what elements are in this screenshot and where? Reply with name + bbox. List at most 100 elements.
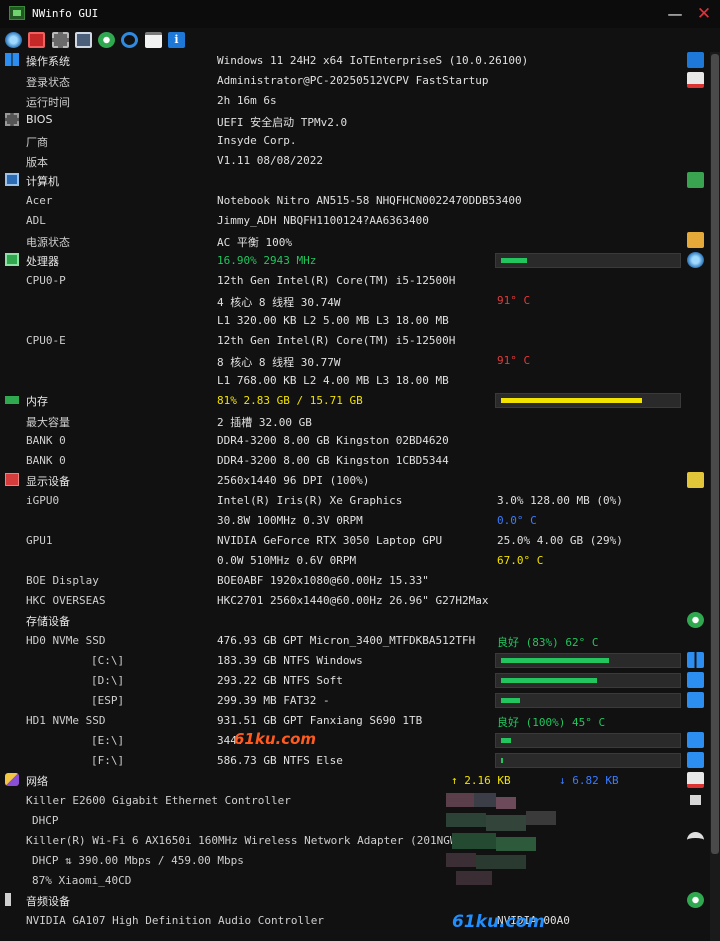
tree-row[interactable]: Acer Notebook Nitro AN515-58 NHQFHCN00224… <box>0 190 710 210</box>
cpu-icon <box>5 253 19 266</box>
tree-row[interactable]: ADL Jimmy_ADH NBQFH1100124?AA6363400 <box>0 210 710 230</box>
refresh-icon[interactable] <box>121 32 138 48</box>
row-action-icon[interactable] <box>687 612 704 628</box>
tree-row[interactable]: 电源状态 AC 平衡 100% <box>0 230 710 250</box>
tree-row[interactable]: L1 768.00 KB L2 4.00 MB L3 18.00 MB <box>0 370 710 390</box>
tree-row[interactable]: NVIDIA GA107 High Definition Audio Contr… <box>0 910 710 930</box>
tree-row[interactable]: 厂商 Insyde Corp. <box>0 130 710 150</box>
hwid-icon[interactable] <box>28 32 45 48</box>
item-status: 良好 (100%) 45° C <box>497 716 606 729</box>
close-button[interactable]: ✕ <box>693 4 715 24</box>
usage-bar-fill <box>501 658 609 663</box>
minimize-button[interactable]: — <box>664 4 686 24</box>
tree-row[interactable]: 音频设备 <box>0 890 710 910</box>
tree-row[interactable]: CPU0-E 12th Gen Intel(R) Core(TM) i5-1250… <box>0 330 710 350</box>
tree-row[interactable]: 30.8W 100MHz 0.3V 0RPM 0.0° C <box>0 510 710 530</box>
tree-row[interactable]: HD0 NVMe SSD 476.93 GB GPT Micron_3400_MT… <box>0 630 710 650</box>
scrollbar-thumb[interactable] <box>711 54 719 854</box>
row-action-icon[interactable] <box>687 692 704 708</box>
tree-row[interactable]: 8 核心 8 线程 30.77W 91° C <box>0 350 710 370</box>
settings-icon[interactable] <box>98 32 115 48</box>
tree-row[interactable]: HD1 NVMe SSD 931.51 GB GPT Fanxiang S690 … <box>0 710 710 730</box>
row-action-icon[interactable] <box>687 52 704 68</box>
tree-row[interactable]: DHCP ⇅ 390.00 Mbps / 459.00 Mbps <box>0 850 710 870</box>
tree-row[interactable]: HKC OVERSEAS HKC2701 2560x1440@60.00Hz 26… <box>0 590 710 610</box>
tree-row[interactable]: L1 320.00 KB L2 5.00 MB L3 18.00 MB <box>0 310 710 330</box>
tree-row[interactable]: [F:\] 586.73 GB NTFS Else <box>0 750 710 770</box>
toolbar: i <box>0 28 720 52</box>
pc-icon[interactable] <box>75 32 92 48</box>
usage-bar <box>495 393 681 408</box>
tree-row[interactable]: [C:\] 183.39 GB NTFS Windows <box>0 650 710 670</box>
row-action-icon[interactable] <box>687 252 704 268</box>
tree-row[interactable]: BOE Display BOE0ABF 1920x1080@60.00Hz 15.… <box>0 570 710 590</box>
tree-row[interactable]: 网络 ↑ 2.16 KB ↓ 6.82 KB <box>0 770 710 790</box>
row-action-icon[interactable] <box>687 792 704 808</box>
tree-row[interactable]: 运行时间 2h 16m 6s <box>0 90 710 110</box>
tree-row[interactable]: 87% Xiaomi_40CD <box>0 870 710 890</box>
item-value: 2 插槽 32.00 GB <box>217 416 312 429</box>
chip-icon[interactable] <box>52 32 69 48</box>
row-action-icon[interactable] <box>687 72 704 88</box>
item-status: 91° C <box>497 354 531 367</box>
tree-row[interactable]: 操作系统 Windows 11 24H2 x64 IoTEnterpriseS (… <box>0 50 710 70</box>
tree-row[interactable]: Killer E2600 Gigabit Ethernet Controller <box>0 790 710 810</box>
row-action-icon[interactable] <box>687 652 704 668</box>
vertical-scrollbar[interactable] <box>710 52 720 941</box>
item-label: [ESP] <box>91 694 125 707</box>
row-action-icon[interactable] <box>687 892 704 908</box>
redacted-mac-address <box>446 793 556 885</box>
tree-row[interactable]: 显示设备 2560x1440 96 DPI (100%) <box>0 470 710 490</box>
cpu-fan-icon[interactable] <box>5 32 22 48</box>
item-value: Windows 11 24H2 x64 IoTEnterpriseS (10.0… <box>217 54 529 67</box>
watermark: 61ku.com <box>234 730 317 748</box>
row-action-icon[interactable] <box>687 472 704 488</box>
item-status: 91° C <box>497 294 531 307</box>
row-action-icon[interactable] <box>687 732 704 748</box>
tree-row[interactable]: DHCP <box>0 810 710 830</box>
row-action-icon[interactable] <box>687 672 704 688</box>
section-label: 网络 <box>26 775 48 788</box>
tree-row[interactable]: BANK 0 DDR4-3200 8.00 GB Kingston 1CBD534… <box>0 450 710 470</box>
item-value: 931.51 GB GPT Fanxiang S690 1TB <box>217 714 423 727</box>
tree-row[interactable]: [E:\] 344. <box>0 730 710 750</box>
tree-row[interactable]: BANK 0 DDR4-3200 8.00 GB Kingston 02BD462… <box>0 430 710 450</box>
tree-row[interactable]: 存储设备 <box>0 610 710 630</box>
item-value: Notebook Nitro AN515-58 NHQFHCN0022470DD… <box>217 194 522 207</box>
usage-bar <box>495 693 681 708</box>
item-value: 8 核心 8 线程 30.77W <box>217 356 341 369</box>
tree-row[interactable]: [ESP] 299.39 MB FAT32 - <box>0 690 710 710</box>
item-value: HKC2701 2560x1440@60.00Hz 26.96" G27H2Ma… <box>217 594 489 607</box>
row-action-icon[interactable] <box>687 772 704 788</box>
clipboard-icon[interactable] <box>145 32 162 48</box>
tree-row[interactable]: BIOS UEFI 安全启动 TPMv2.0 <box>0 110 710 130</box>
usage-bar-fill <box>501 398 642 403</box>
item-value: Insyde Corp. <box>217 134 297 147</box>
row-action-icon[interactable] <box>687 752 704 768</box>
tree-row[interactable]: GPU1 NVIDIA GeForce RTX 3050 Laptop GPU 25… <box>0 530 710 550</box>
tree-row[interactable]: [D:\] 293.22 GB NTFS Soft <box>0 670 710 690</box>
item-value: 12th Gen Intel(R) Core(TM) i5-12500H <box>217 274 456 287</box>
row-action-icon[interactable] <box>687 232 704 248</box>
watermark-bottom: 61ku.com <box>452 912 545 932</box>
section-label: 音频设备 <box>26 895 70 908</box>
tree-row[interactable]: iGPU0 Intel(R) Iris(R) Xe Graphics 3.0% 12… <box>0 490 710 510</box>
tree-row[interactable]: CPU0-P 12th Gen Intel(R) Core(TM) i5-1250… <box>0 270 710 290</box>
tree-row[interactable]: 处理器 16.90% 2943 MHz <box>0 250 710 270</box>
tree-row[interactable]: 0.0W 510MHz 0.6V 0RPM 67.0° C <box>0 550 710 570</box>
section-label: 操作系统 <box>26 55 70 68</box>
tree-row[interactable]: 最大容量 2 插槽 32.00 GB <box>0 410 710 430</box>
row-action-icon[interactable] <box>687 392 704 408</box>
tree-row[interactable]: 4 核心 8 线程 30.74W 91° C <box>0 290 710 310</box>
item-label: [C:\] <box>91 654 125 667</box>
row-action-icon[interactable] <box>687 832 704 848</box>
tree-row[interactable]: Killer(R) Wi-Fi 6 AX1650i 160MHz Wireles… <box>0 830 710 850</box>
section-label: 计算机 <box>26 175 59 188</box>
row-action-icon[interactable] <box>687 172 704 188</box>
item-label: Killer(R) Wi-Fi 6 AX1650i 160MHz Wireles… <box>26 834 464 847</box>
info-icon[interactable]: i <box>168 32 185 48</box>
tree-row[interactable]: 版本 V1.11 08/08/2022 <box>0 150 710 170</box>
tree-row[interactable]: 内存 81% 2.83 GB / 15.71 GB <box>0 390 710 410</box>
tree-row[interactable]: 计算机 <box>0 170 710 190</box>
tree-row[interactable]: 登录状态 Administrator@PC-20250512VCPV FastSt… <box>0 70 710 90</box>
